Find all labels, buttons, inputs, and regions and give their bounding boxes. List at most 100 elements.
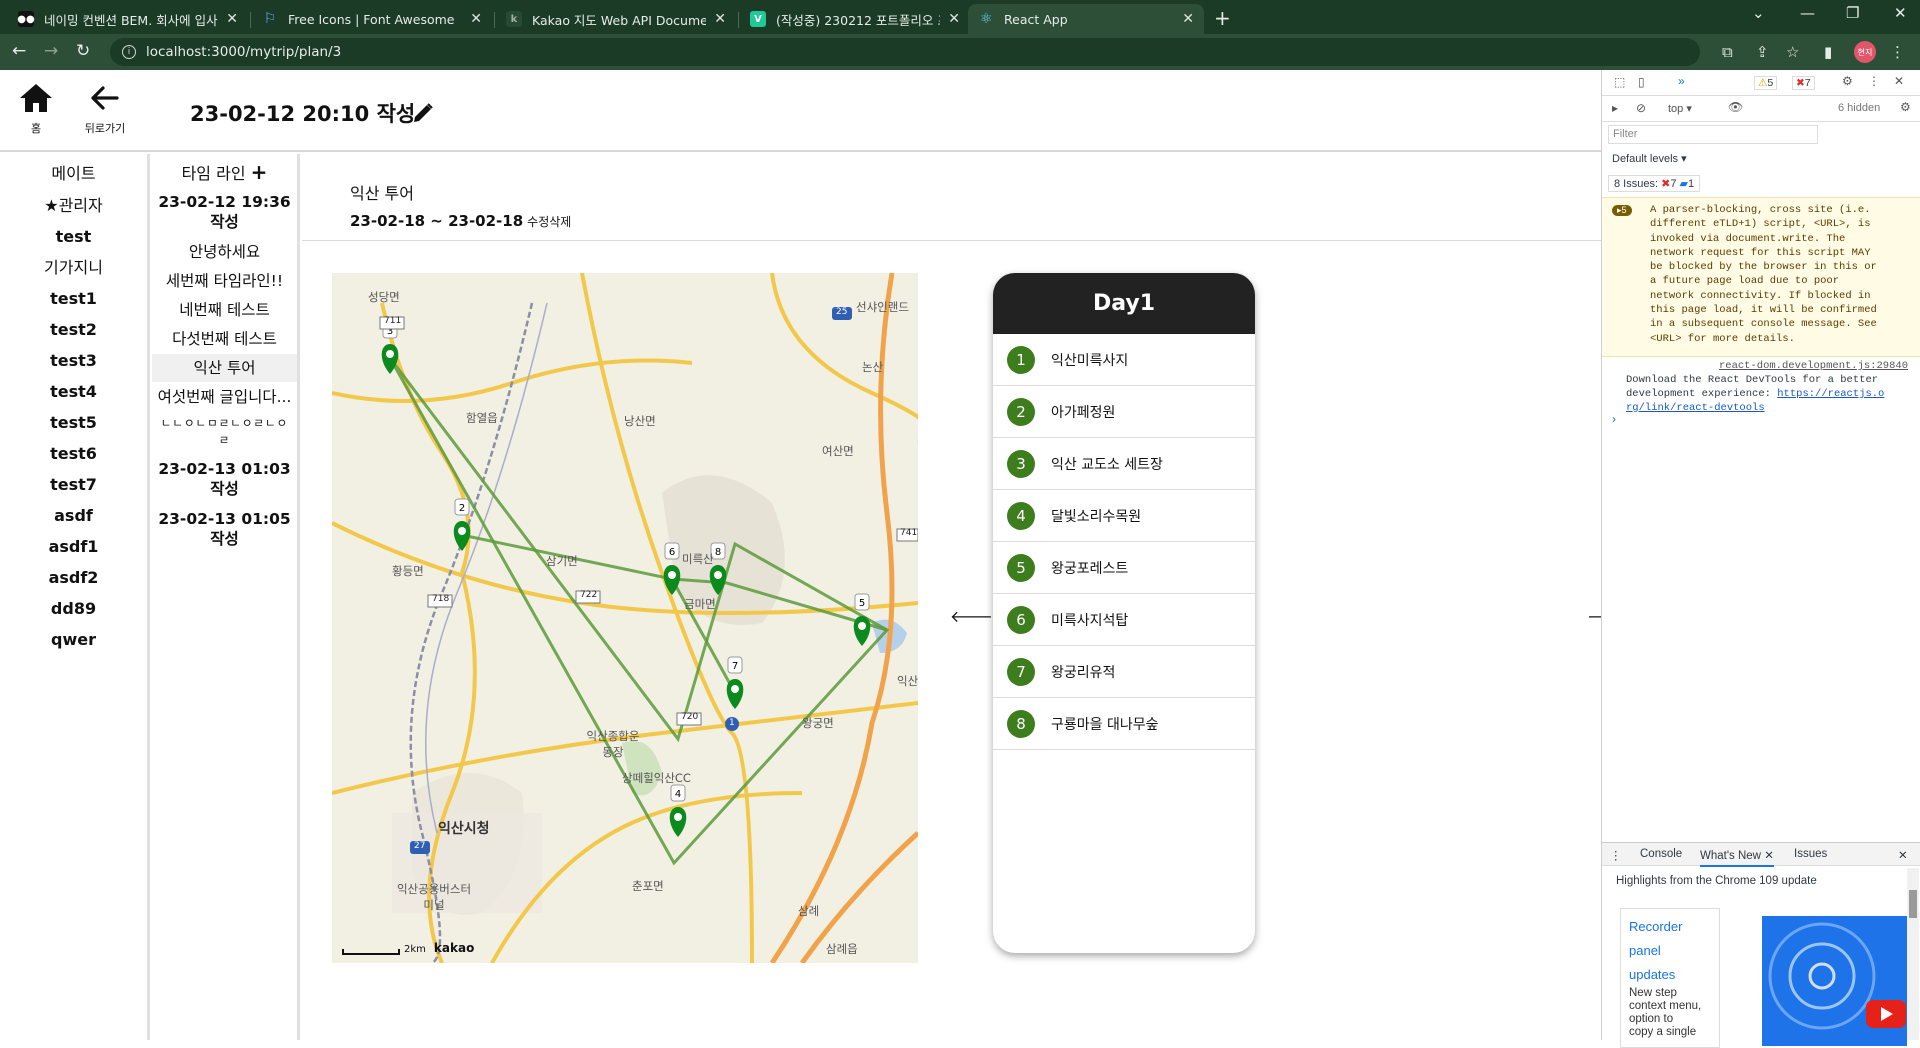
mate-item[interactable]: test2 (0, 314, 147, 345)
close-icon[interactable]: ✕ (470, 11, 482, 27)
tab-console[interactable]: Console (1640, 848, 1682, 860)
site-info-icon[interactable]: i (122, 45, 136, 59)
settings-gear-icon[interactable]: ⚙ (1842, 74, 1853, 88)
stop-item[interactable]: 1 익산미륵사지 (993, 334, 1255, 386)
drawer-menu-icon[interactable]: ⋮ (1610, 848, 1622, 862)
timeline-item[interactable]: 23-02-13 01:03 작성 (152, 457, 297, 501)
mate-item[interactable]: test3 (0, 345, 147, 376)
close-icon[interactable]: ✕ (948, 11, 960, 27)
mate-item[interactable]: test6 (0, 438, 147, 469)
console-prompt[interactable]: › (1612, 412, 1616, 426)
window-close-icon[interactable]: ✕ (1894, 4, 1907, 22)
stop-item[interactable]: 8 구룡마을 대나무숲 (993, 698, 1255, 750)
translate-icon[interactable]: ⧉ (1722, 43, 1733, 61)
tab-search-icon[interactable]: ⌄ (1752, 4, 1765, 22)
clear-console-icon[interactable]: ⊘ (1636, 101, 1646, 115)
mate-admin[interactable]: ★관리자 (0, 190, 147, 221)
more-tabs-icon[interactable]: » (1678, 74, 1685, 88)
mate-item[interactable]: test7 (0, 469, 147, 500)
scrollbar[interactable] (1907, 868, 1919, 1040)
minimize-icon[interactable]: — (1800, 4, 1815, 22)
back-button[interactable]: 뒤로가기 (78, 82, 132, 136)
sidebar-toggle-icon[interactable]: ▸ (1612, 101, 1618, 115)
restore-icon[interactable]: ❐ (1846, 4, 1859, 22)
context-selector[interactable]: top ▾ (1668, 102, 1692, 115)
share-icon[interactable]: ⇪ (1756, 43, 1769, 61)
next-day-arrow-icon[interactable]: 🡒 (1587, 606, 1601, 626)
console-filter-input[interactable]: Filter (1608, 125, 1818, 144)
forward-arrow-icon[interactable]: → (44, 41, 58, 61)
home-button[interactable]: 홈 (14, 82, 58, 136)
log-levels-dropdown[interactable]: Default levels ▾ (1612, 152, 1687, 165)
mate-item[interactable]: qwer (0, 624, 147, 655)
tab-bem[interactable]: ●● 네이밍 컨벤션 BEM. 회사에 입사 ✕ (8, 4, 248, 34)
error-count-badge[interactable]: ✖7 (1792, 76, 1815, 90)
tab-issues[interactable]: Issues (1794, 848, 1827, 860)
timeline-item[interactable]: 안녕하세요 (152, 240, 297, 264)
mate-item[interactable]: test5 (0, 407, 147, 438)
timeline-item[interactable]: 세번째 타임라인!! (152, 269, 297, 293)
timeline-item-selected[interactable]: 익산 투어 (152, 354, 297, 382)
mate-item[interactable]: test (0, 221, 147, 252)
tab-font-awesome[interactable]: ⚐ Free Icons | Font Awesome ✕ (252, 4, 492, 34)
mate-item[interactable]: asdf1 (0, 531, 147, 562)
close-icon[interactable]: ✕ (226, 11, 238, 27)
back-arrow-icon[interactable]: ← (12, 41, 26, 61)
mate-item[interactable]: asdf2 (0, 562, 147, 593)
eye-icon[interactable]: 👁 (1728, 100, 1743, 114)
warning-count-badge[interactable]: ⚠5 (1754, 76, 1778, 90)
menu-kebab-icon[interactable]: ⋮ (1890, 43, 1905, 61)
tab-react-app[interactable]: ⚛ React App ✕ (968, 4, 1204, 34)
close-icon[interactable]: ✕ (714, 11, 726, 27)
timeline-item[interactable]: 23-02-13 01:05 작성 (152, 507, 297, 551)
devtools-close-icon[interactable]: ✕ (1894, 74, 1904, 88)
inspect-element-icon[interactable]: ⬚ (1614, 75, 1625, 89)
issues-button[interactable]: 8 Issues: ✖7 ▰1 (1608, 175, 1701, 192)
side-panel-icon[interactable]: ▮ (1824, 43, 1832, 61)
source-link[interactable]: react-dom.development.js:29840 (1719, 360, 1908, 372)
drawer-close-icon[interactable]: ✕ (1898, 848, 1908, 862)
devtools-menu-icon[interactable]: ⋮ (1868, 74, 1880, 88)
url-bar[interactable]: i localhost:3000/mytrip/plan/3 (110, 38, 1700, 66)
stop-item[interactable]: 3 익산 교도소 세트장 (993, 438, 1255, 490)
mate-item[interactable]: dd89 (0, 593, 147, 624)
react-devtools-link[interactable]: https://reactjs.o (1777, 388, 1884, 400)
tab-kakao-docs[interactable]: k Kakao 지도 Web API Document ✕ (496, 4, 736, 34)
react-devtools-link[interactable]: rg/link/react-devtools (1626, 402, 1765, 414)
tab-velog[interactable]: V (작성중) 230212 포트폴리오 프로 ✕ (740, 4, 970, 34)
mate-item[interactable]: test4 (0, 376, 147, 407)
timeline-item[interactable]: 23-02-12 19:36 작성 (152, 190, 297, 234)
profile-avatar[interactable]: 현지 (1854, 41, 1876, 63)
trip-edit-button[interactable]: 수정 (527, 215, 549, 229)
timeline-item[interactable]: 네번째 테스트 (152, 298, 297, 322)
stop-item[interactable]: 2 아가페정원 (993, 386, 1255, 438)
stop-item[interactable]: 4 달빛소리수목원 (993, 490, 1255, 542)
mate-item[interactable]: test1 (0, 283, 147, 314)
whats-new-card[interactable]: Recorder panel updates New step context … (1620, 908, 1720, 1048)
issues-info-count: 1 (1687, 178, 1695, 190)
new-tab-button[interactable]: + (1214, 6, 1231, 30)
tab-whats-new[interactable]: What's New ✕ (1700, 848, 1774, 867)
trip-delete-button[interactable]: 삭제 (549, 215, 571, 229)
stop-item[interactable]: 5 왕궁포레스트 (993, 542, 1255, 594)
mate-item[interactable]: 기가지니 (0, 252, 147, 283)
stop-item[interactable]: 6 미륵사지석탑 (993, 594, 1255, 646)
warning-repeat-badge[interactable]: ▸5 (1612, 205, 1632, 216)
scrollbar-thumb[interactable] (1909, 890, 1917, 918)
timeline-item[interactable]: 다섯번째 테스트 (152, 327, 297, 351)
stop-item[interactable]: 7 왕궁리유적 (993, 646, 1255, 698)
timeline-item[interactable]: ㄴㄴㅇㄴㅁㄹㄴㅇㄹㄴㅇㄹ (152, 413, 297, 451)
mate-item[interactable]: asdf (0, 500, 147, 531)
console-settings-icon[interactable]: ⚙ (1900, 100, 1911, 114)
kakao-map[interactable]: 3 2 6 8 5 7 4 711 25 741 718 722 720 27 … (332, 273, 918, 963)
plus-icon[interactable]: + (251, 160, 268, 184)
whats-new-video-thumbnail[interactable] (1762, 916, 1907, 1046)
reload-icon[interactable]: ↻ (76, 41, 90, 61)
close-icon[interactable]: ✕ (1764, 850, 1774, 862)
prev-day-arrow-icon[interactable]: 🡐 (950, 606, 993, 626)
bookmark-star-icon[interactable]: ☆ (1786, 43, 1799, 61)
timeline-item[interactable]: 여섯번째 글입니다... (152, 385, 297, 409)
device-toolbar-icon[interactable]: ▯ (1638, 75, 1645, 89)
pencil-icon[interactable] (412, 102, 434, 128)
close-icon[interactable]: ✕ (1182, 11, 1194, 27)
